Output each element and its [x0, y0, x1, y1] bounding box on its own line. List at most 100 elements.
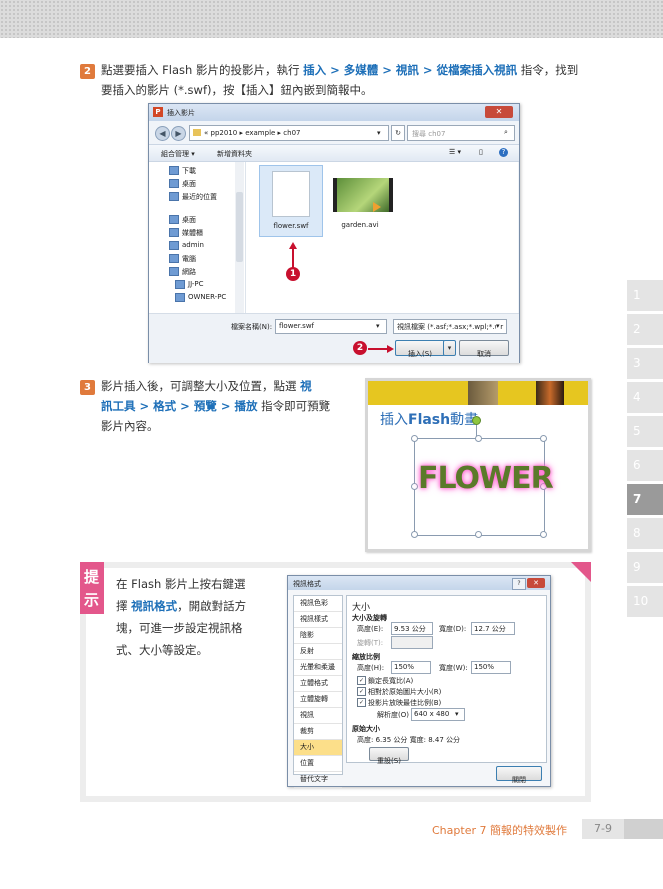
rotate-handle[interactable]: [472, 416, 481, 425]
width-input[interactable]: 12.7 公分: [471, 622, 515, 635]
format-category-item[interactable]: 視訊: [294, 708, 342, 724]
group-scale: 縮放比例: [352, 653, 380, 661]
close-icon[interactable]: ✕: [527, 578, 545, 588]
chapter-tab-1[interactable]: 1: [627, 280, 663, 311]
dialog-titlebar: P 插入影片 ✕: [149, 104, 519, 121]
pc-icon: [175, 293, 185, 302]
format-category-item[interactable]: 光暈和柔邊: [294, 660, 342, 676]
slide-header-image: [468, 381, 498, 405]
chapter-tab-7[interactable]: 7: [627, 484, 663, 515]
close-button[interactable]: ✕: [485, 106, 513, 118]
insert-dropdown-icon[interactable]: ▾: [443, 340, 456, 356]
chevron-down-icon[interactable]: ▾: [377, 129, 381, 137]
nav-scrollbar[interactable]: [235, 162, 244, 313]
header-band: [0, 0, 663, 38]
step-2-text: 點選要插入 Flash 影片的投影片，執行 插入 > 多媒體 > 視訊 > 從檔…: [101, 63, 579, 77]
relative-size-checkbox[interactable]: ✓: [357, 687, 366, 696]
rotation-label: 旋轉(T):: [357, 639, 384, 647]
resize-handle[interactable]: [475, 435, 482, 442]
file-name-garden: garden.avi: [341, 221, 379, 229]
scale-height-input[interactable]: 150%: [391, 661, 431, 674]
chapter-tab-4[interactable]: 4: [627, 382, 663, 413]
file-item-flower[interactable]: flower.swf: [259, 165, 323, 237]
rotation-input[interactable]: [391, 636, 433, 649]
format-category-item[interactable]: 大小: [294, 740, 342, 756]
chapter-tab-9[interactable]: 9: [627, 552, 663, 583]
resize-handle[interactable]: [540, 435, 547, 442]
resolution-select[interactable]: 640 x 480 ▾: [411, 708, 465, 721]
slide-preview: 插入Flash動畫 FLOWER: [365, 378, 591, 552]
reset-button[interactable]: 重設(S): [369, 747, 409, 765]
chapter-tab-5[interactable]: 5: [627, 416, 663, 447]
format-titlebar: 視訊格式 ? ✕: [288, 576, 550, 590]
network-icon: [169, 267, 179, 276]
new-folder-button[interactable]: 新增資料夾: [217, 149, 252, 159]
organize-button[interactable]: 組合管理 ▾: [161, 149, 195, 159]
resize-handle[interactable]: [540, 531, 547, 538]
original-size-text: 高度: 6.35 公分 寬度: 8.47 公分: [357, 736, 461, 744]
chapter-tab-2[interactable]: 2: [627, 314, 663, 345]
lock-ratio-checkbox[interactable]: ✓: [357, 676, 366, 685]
preview-pane-icon[interactable]: ▯: [479, 148, 483, 156]
pc-icon: [175, 280, 185, 289]
page-number: 7-9: [582, 819, 624, 839]
refresh-icon[interactable]: ↻: [391, 125, 405, 141]
relative-size-label: 相對於原始圖片大小(R): [368, 688, 442, 696]
nav-item-label: 電腦: [182, 255, 196, 263]
arrow-line: [368, 348, 388, 350]
address-bar[interactable]: « pp2010 ▸ example ▸ ch07 ▾: [189, 125, 389, 141]
nav-item-label: 網路: [182, 268, 196, 276]
slide-header-image: [536, 381, 564, 405]
view-icon[interactable]: ☰ ▾: [449, 148, 461, 156]
step-2-number: 2: [80, 64, 95, 79]
width-label: 寬度(D):: [439, 625, 467, 633]
format-category-item[interactable]: 視訊樣式: [294, 612, 342, 628]
step-3-text-line2: 訊工具 > 格式 > 預覽 > 播放 指令即可預覽: [101, 399, 331, 413]
chevron-down-icon: ▾: [376, 322, 380, 330]
format-category-item[interactable]: 立體旋轉: [294, 692, 342, 708]
height-label: 高度(E):: [357, 625, 384, 633]
chapter-tab-3[interactable]: 3: [627, 348, 663, 379]
file-area: flower.swf garden.avi 1: [246, 162, 518, 313]
filename-label: 檔案名稱(N):: [231, 323, 273, 331]
step-3-number: 3: [80, 380, 95, 395]
help-icon[interactable]: ?: [499, 148, 508, 157]
file-name-flower: flower.swf: [273, 222, 309, 230]
nav-item-label: 媒體櫃: [182, 229, 203, 237]
resize-handle[interactable]: [475, 531, 482, 538]
format-category-item[interactable]: 反射: [294, 644, 342, 660]
format-category-item[interactable]: 視訊色彩: [294, 596, 342, 612]
help-icon[interactable]: ?: [512, 578, 526, 590]
scale-width-input[interactable]: 150%: [471, 661, 511, 674]
resize-handle[interactable]: [411, 531, 418, 538]
close-dialog-button[interactable]: 關閉: [496, 766, 542, 784]
cancel-button[interactable]: 取消: [459, 340, 509, 358]
play-overlay-icon: [373, 202, 381, 212]
forward-icon[interactable]: ▶: [171, 126, 186, 141]
library-icon: [169, 228, 179, 237]
dialog-title: 插入影片: [167, 109, 195, 117]
filetype-select[interactable]: 視訊檔案 (*.asf;*.asx;*.wpl;*.wr ▾: [393, 319, 507, 334]
corner-fold: [571, 562, 591, 582]
format-category-item[interactable]: 位置: [294, 756, 342, 772]
chapter-tab-10[interactable]: 10: [627, 586, 663, 617]
back-icon[interactable]: ◀: [155, 126, 170, 141]
format-category-item[interactable]: 替代文字: [294, 772, 342, 788]
format-category-item[interactable]: 裁剪: [294, 724, 342, 740]
height-input[interactable]: 9.53 公分: [391, 622, 433, 635]
format-category-item[interactable]: 陰影: [294, 628, 342, 644]
tip-line-3: 塊，可進一步設定視訊格: [116, 621, 243, 635]
filename-input[interactable]: flower.swf ▾: [275, 319, 387, 334]
chapter-tab-8[interactable]: 8: [627, 518, 663, 549]
best-scale-checkbox[interactable]: ✓: [357, 698, 366, 707]
chapter-tab-6[interactable]: 6: [627, 450, 663, 481]
file-item-garden[interactable]: garden.avi: [329, 165, 393, 235]
format-category-item[interactable]: 立體格式: [294, 676, 342, 692]
nav-item-label: 桌面: [182, 216, 196, 224]
resize-handle[interactable]: [411, 483, 418, 490]
format-panel: 大小 大小及旋轉 高度(E): 9.53 公分 寬度(D): 12.7 公分 旋…: [346, 595, 547, 765]
resize-handle[interactable]: [411, 435, 418, 442]
nav-item-label: OWNER-PC: [188, 293, 227, 301]
search-input[interactable]: 搜尋 ch07 ⌕: [407, 125, 515, 141]
insert-button[interactable]: 插入(S): [395, 340, 445, 358]
